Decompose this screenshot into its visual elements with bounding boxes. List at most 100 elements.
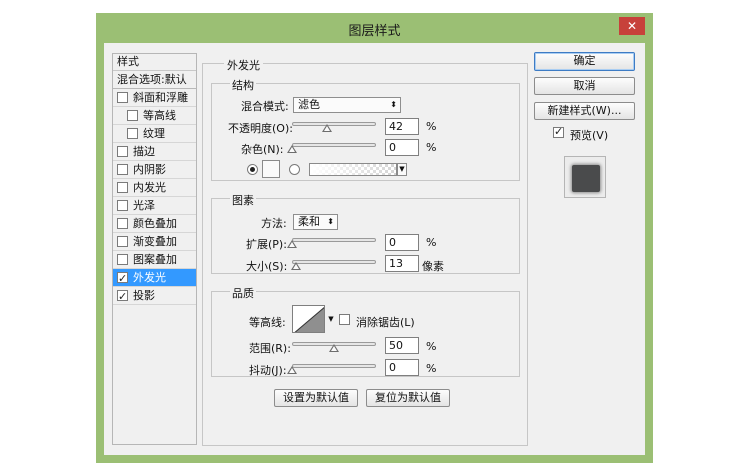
style-item-label: 渐变叠加: [133, 235, 177, 248]
gradient-radio[interactable]: [289, 164, 300, 175]
size-input[interactable]: 13: [385, 255, 419, 272]
style-preview: [564, 156, 606, 198]
noise-percent: %: [426, 141, 437, 154]
style-item-label: 投影: [133, 289, 155, 302]
size-slider[interactable]: [292, 260, 376, 264]
ok-button[interactable]: 确定: [534, 52, 635, 71]
style-checkbox[interactable]: [117, 270, 128, 287]
style-checkbox[interactable]: [127, 110, 138, 121]
style-checkbox[interactable]: [117, 182, 128, 193]
style-list-item[interactable]: 颜色叠加: [113, 215, 196, 233]
opacity-percent: %: [426, 120, 437, 133]
opacity-label: 不透明度(O):: [228, 122, 293, 135]
opacity-slider[interactable]: [292, 122, 376, 126]
style-checkbox[interactable]: [127, 128, 138, 139]
panel-title: 外发光: [224, 57, 263, 73]
style-list-item[interactable]: 渐变叠加: [113, 233, 196, 251]
style-item-label: 等高线: [143, 109, 176, 122]
noise-input[interactable]: 0: [385, 139, 419, 156]
style-list-item[interactable]: 图案叠加: [113, 251, 196, 269]
style-item-label: 斜面和浮雕: [133, 91, 188, 104]
size-label: 大小(S):: [246, 260, 288, 273]
style-item-label: 描边: [133, 145, 155, 158]
window-title: 图层样式: [348, 24, 401, 39]
style-list-header[interactable]: 样式: [113, 54, 196, 71]
style-list-item[interactable]: 纹理: [113, 125, 196, 143]
style-list-item[interactable]: 描边: [113, 143, 196, 161]
style-list-item[interactable]: 投影: [113, 287, 196, 305]
structure-title: 结构: [230, 77, 256, 93]
spread-slider-thumb[interactable]: [287, 240, 297, 248]
style-list: 样式 混合选项:默认 斜面和浮雕等高线纹理描边内阴影内发光光泽颜色叠加渐变叠加图…: [112, 53, 197, 445]
technique-select[interactable]: 柔和 ⬍: [293, 214, 338, 230]
size-unit: 像素: [422, 260, 444, 273]
updown-arrow-icon: ⬍: [327, 217, 334, 226]
blend-mode-select[interactable]: 滤色 ⬍: [293, 97, 401, 113]
spread-slider[interactable]: [292, 238, 376, 242]
noise-label: 杂色(N):: [241, 143, 284, 156]
style-checkbox[interactable]: [117, 218, 128, 229]
technique-label: 方法:: [261, 217, 287, 230]
style-item-label: 颜色叠加: [133, 217, 177, 230]
style-checkbox[interactable]: [117, 254, 128, 265]
color-radio[interactable]: [247, 164, 258, 175]
antialias-label: 消除锯齿(L): [356, 316, 415, 329]
contour-label: 等高线:: [249, 316, 286, 329]
antialias-checkbox[interactable]: [339, 314, 350, 325]
glow-gradient-picker[interactable]: [309, 163, 397, 176]
blending-options-item[interactable]: 混合选项:默认: [113, 71, 196, 89]
jitter-slider-thumb[interactable]: [287, 366, 297, 374]
range-label: 范围(R):: [249, 342, 291, 355]
spread-input[interactable]: 0: [385, 234, 419, 251]
style-list-item[interactable]: 内发光: [113, 179, 196, 197]
jitter-slider[interactable]: [292, 364, 376, 368]
style-item-label: 内发光: [133, 181, 166, 194]
blend-mode-label: 混合模式:: [241, 100, 289, 113]
preview-label: 预览(V): [570, 129, 609, 142]
spread-label: 扩展(P):: [246, 238, 287, 251]
contour-dropdown-icon[interactable]: ▼: [326, 305, 336, 333]
style-list-item[interactable]: 内阴影: [113, 161, 196, 179]
cancel-button[interactable]: 取消: [534, 77, 635, 95]
reset-default-button[interactable]: 复位为默认值: [366, 389, 450, 407]
contour-curve-icon: [294, 307, 324, 332]
opacity-slider-thumb[interactable]: [322, 124, 333, 132]
style-checkbox[interactable]: [117, 236, 128, 247]
noise-slider-thumb[interactable]: [287, 145, 297, 153]
style-list-item[interactable]: 斜面和浮雕: [113, 89, 196, 107]
style-checkbox[interactable]: [117, 164, 128, 175]
blend-mode-value: 滤色: [298, 98, 320, 111]
style-list-item[interactable]: 外发光: [113, 269, 196, 287]
jitter-input[interactable]: 0: [385, 359, 419, 376]
style-item-label: 图案叠加: [133, 253, 177, 266]
style-checkbox[interactable]: [117, 200, 128, 211]
close-icon[interactable]: ✕: [619, 17, 645, 35]
preview-checkbox[interactable]: [553, 125, 564, 138]
style-item-label: 内阴影: [133, 163, 166, 176]
size-slider-thumb[interactable]: [291, 262, 302, 270]
dialog-body: 样式 混合选项:默认 斜面和浮雕 等高线 纹理 描边 内阴影 内发光 光泽 颜色叠加 渐变叠加图…: [104, 43, 645, 455]
style-checkbox[interactable]: [117, 92, 128, 103]
range-slider-thumb[interactable]: [329, 344, 339, 352]
gradient-dropdown-icon[interactable]: ▼: [397, 163, 407, 176]
noise-slider[interactable]: [292, 143, 376, 147]
jitter-percent: %: [426, 362, 437, 375]
title-bar[interactable]: 图层样式 ✕: [96, 13, 653, 43]
elements-title: 图素: [230, 192, 256, 208]
spread-percent: %: [426, 236, 437, 249]
make-default-button[interactable]: 设置为默认值: [274, 389, 358, 407]
style-checkbox[interactable]: [117, 288, 128, 305]
style-item-label: 外发光: [133, 271, 166, 284]
opacity-input[interactable]: 42: [385, 118, 419, 135]
new-style-button[interactable]: 新建样式(W)...: [534, 102, 635, 120]
layer-style-window: 图层样式 ✕ 样式 混合选项:默认 斜面和浮雕等高线纹理描边内阴影内发光光泽颜色…: [96, 13, 653, 463]
contour-picker[interactable]: [292, 305, 325, 333]
range-input[interactable]: 50: [385, 337, 419, 354]
style-list-item[interactable]: 光泽: [113, 197, 196, 215]
technique-value: 柔和: [298, 215, 320, 228]
style-item-label: 光泽: [133, 199, 155, 212]
style-list-item[interactable]: 等高线: [113, 107, 196, 125]
glow-color-swatch[interactable]: [262, 160, 280, 178]
range-percent: %: [426, 340, 437, 353]
style-checkbox[interactable]: [117, 146, 128, 157]
